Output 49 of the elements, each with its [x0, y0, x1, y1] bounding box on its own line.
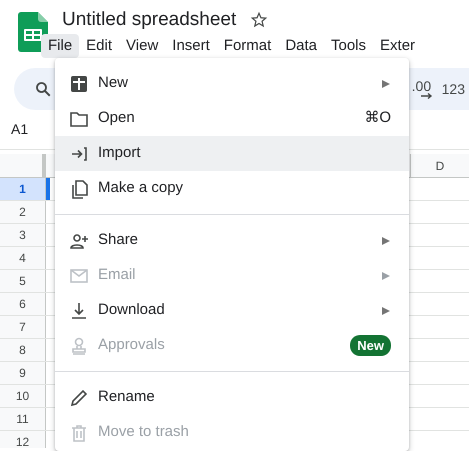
- stamp-icon: [69, 336, 89, 356]
- number-format-button[interactable]: 123: [442, 82, 465, 96]
- menu-bar-item[interactable]: Exter: [373, 34, 422, 58]
- menu-bar-item[interactable]: View: [119, 34, 166, 58]
- menu-bar-item[interactable]: Tools: [324, 34, 374, 58]
- copy-icon: [69, 178, 89, 198]
- row-header[interactable]: 2: [0, 201, 46, 223]
- menu-item[interactable]: Rename: [55, 380, 409, 415]
- sheets-logo-icon[interactable]: [18, 12, 48, 52]
- row-header[interactable]: 4: [0, 247, 46, 269]
- submenu-arrow-icon: [381, 78, 391, 88]
- new-icon: [69, 74, 89, 94]
- star-icon[interactable]: [250, 11, 268, 29]
- menu-bar-item[interactable]: Edit: [79, 34, 120, 58]
- download-icon: [69, 300, 89, 320]
- search-icon[interactable]: [34, 80, 52, 98]
- row-header[interactable]: 5: [0, 270, 46, 292]
- name-box[interactable]: A1: [11, 119, 28, 140]
- document-title[interactable]: Untitled spreadsheet: [62, 8, 236, 32]
- submenu-arrow-icon: [381, 306, 391, 316]
- row-header[interactable]: 3: [0, 224, 46, 246]
- menu-item[interactable]: New: [55, 66, 409, 101]
- submenu-arrow-icon: [381, 270, 391, 280]
- menu-item[interactable]: Open ⌘O: [55, 101, 409, 136]
- selected-cell[interactable]: [46, 178, 50, 200]
- menu-bar-item[interactable]: File: [41, 34, 80, 58]
- row-header[interactable]: 6: [0, 293, 46, 315]
- menu-bar-item[interactable]: Data: [278, 34, 324, 58]
- row-header[interactable]: 12: [0, 431, 46, 448]
- pencil-icon: [69, 388, 89, 408]
- arrow-icon: [420, 93, 434, 99]
- increase-decimal-button[interactable]: .00: [412, 79, 434, 99]
- row-header[interactable]: 7: [0, 316, 46, 338]
- new-badge: New: [350, 334, 391, 356]
- menu-bar-item[interactable]: Insert: [165, 34, 217, 58]
- column-header[interactable]: D: [410, 154, 469, 177]
- submenu-arrow-icon: [381, 236, 391, 246]
- menu-item[interactable]: Make a copy: [55, 171, 409, 206]
- row-header[interactable]: 10: [0, 385, 46, 407]
- menu-item[interactable]: Share: [55, 223, 409, 258]
- row-header[interactable]: 8: [0, 339, 46, 361]
- menu-item[interactable]: Download: [55, 293, 409, 328]
- menu-bar-item[interactable]: Format: [216, 34, 278, 58]
- row-header[interactable]: 11: [0, 408, 46, 430]
- menu-item[interactable]: Import: [55, 136, 409, 171]
- row-header[interactable]: 9: [0, 362, 46, 384]
- trash-icon: [69, 422, 89, 442]
- row-header[interactable]: 1: [0, 178, 46, 200]
- shortcut-text: ⌘O: [364, 108, 391, 128]
